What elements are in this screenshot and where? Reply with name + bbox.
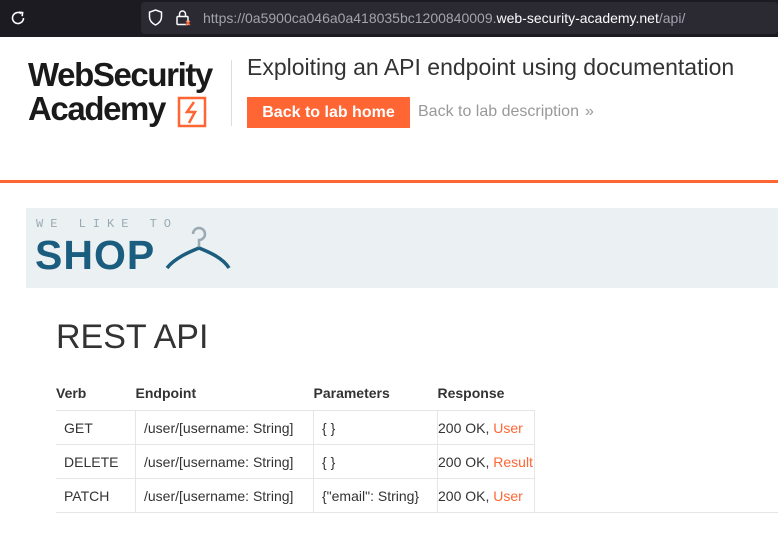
url-text[interactable]: https://0a5900ca046a0a418035bc1200840009… — [203, 10, 685, 26]
header-divider — [231, 60, 232, 126]
parameters-cell: { } — [313, 410, 438, 445]
response-cell: 200 OK, User — [437, 410, 535, 445]
verb-cell: PATCH — [56, 478, 136, 513]
logo-bolt-icon — [177, 96, 207, 128]
response-cell: 200 OK, User — [437, 478, 535, 513]
lock-icon[interactable] — [175, 9, 191, 26]
logo-line1: WebSecurity — [28, 56, 213, 93]
chevron-right-icon: » — [584, 103, 594, 120]
url-path: /api/ — [658, 10, 686, 26]
back-to-lab-home-button[interactable]: Back to lab home — [247, 97, 410, 128]
response-type-link[interactable]: User — [493, 420, 523, 436]
column-header-verb: Verb — [56, 385, 87, 401]
endpoint-cell: /user/[username: String] — [135, 410, 314, 445]
reload-icon[interactable] — [9, 9, 27, 27]
url-host: web-security-academy.net — [496, 10, 659, 26]
table-row: DELETE /user/[username: String] { } 200 … — [56, 444, 535, 479]
lab-title: Exploiting an API endpoint using documen… — [247, 54, 735, 80]
browser-toolbar: https://0a5900ca046a0a418035bc1200840009… — [0, 0, 778, 37]
table-row: PATCH /user/[username: String] {"email":… — [56, 478, 535, 513]
column-header-response: Response — [437, 385, 505, 401]
verb-cell: DELETE — [56, 444, 136, 479]
shop-logo-text: SHOP — [35, 232, 156, 278]
response-status: 200 OK, — [438, 419, 490, 436]
response-status: 200 OK, — [438, 453, 490, 470]
back-to-lab-description-label: Back to lab description — [418, 103, 579, 120]
response-type-link[interactable]: Result — [493, 454, 533, 470]
column-header-endpoint: Endpoint — [135, 385, 197, 401]
header-rule — [0, 180, 778, 183]
response-cell: 200 OK, Result — [437, 444, 535, 479]
shop-tagline: WE LIKE TO — [36, 217, 179, 231]
response-type-link[interactable]: User — [493, 488, 523, 504]
api-table: Verb Endpoint Parameters Response GET /u… — [56, 376, 535, 513]
endpoint-cell: /user/[username: String] — [135, 478, 314, 513]
parameters-cell: {"email": String} — [313, 478, 438, 513]
table-header-row: Verb Endpoint Parameters Response — [56, 376, 535, 411]
shield-icon[interactable] — [148, 9, 163, 26]
section-rule — [56, 512, 778, 513]
logo-line2: Academy — [28, 90, 166, 127]
response-status: 200 OK, — [438, 487, 490, 504]
shop-banner[interactable]: WE LIKE TO SHOP — [26, 208, 778, 288]
table-row: GET /user/[username: String] { } 200 OK,… — [56, 410, 535, 445]
hanger-icon — [165, 226, 231, 270]
column-header-parameters: Parameters — [313, 385, 390, 401]
url-prefix: https://0a5900ca046a0a418035bc1200840009… — [203, 10, 497, 26]
back-to-lab-description-link[interactable]: Back to lab description » — [418, 103, 594, 121]
page-title: REST API — [56, 318, 209, 356]
parameters-cell: { } — [313, 444, 438, 479]
web-security-academy-logo[interactable]: WebSecurity Academy — [28, 58, 228, 132]
verb-cell: GET — [56, 410, 136, 445]
endpoint-cell: /user/[username: String] — [135, 444, 314, 479]
